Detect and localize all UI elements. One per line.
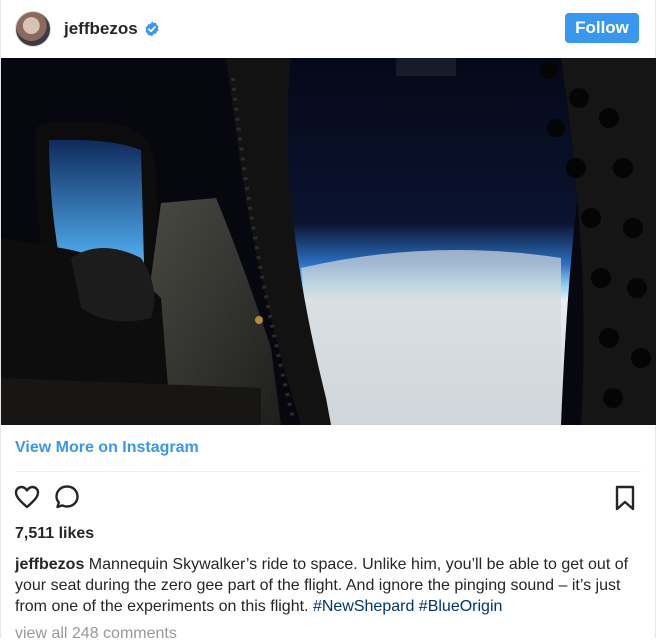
hashtag-blueorigin[interactable]: #BlueOrigin bbox=[419, 598, 503, 615]
profile-username[interactable]: jeffbezos bbox=[64, 19, 138, 39]
space-capsule-image bbox=[1, 58, 656, 425]
view-more-link[interactable]: View More on Instagram bbox=[1, 425, 655, 471]
action-bar bbox=[1, 472, 655, 522]
likes-count[interactable]: 7,511 likes bbox=[1, 522, 655, 546]
comment-bubble-icon[interactable] bbox=[53, 483, 81, 511]
post-header: jeffbezos Follow bbox=[1, 0, 655, 58]
follow-button[interactable]: Follow bbox=[565, 13, 639, 43]
profile-avatar[interactable] bbox=[15, 11, 51, 47]
post-caption: jeffbezos Mannequin Skywalker’s ride to … bbox=[1, 554, 655, 617]
hashtag-newshepard[interactable]: #NewShepard bbox=[313, 598, 414, 615]
caption-username[interactable]: jeffbezos bbox=[15, 556, 84, 573]
heart-icon[interactable] bbox=[13, 483, 41, 511]
bookmark-icon[interactable] bbox=[611, 484, 639, 512]
instagram-embed-card: jeffbezos Follow View More on Instagram … bbox=[0, 0, 656, 642]
view-all-comments-link[interactable]: view all 248 comments bbox=[1, 623, 655, 644]
post-photo[interactable] bbox=[1, 58, 656, 425]
verified-badge-icon bbox=[145, 21, 159, 37]
